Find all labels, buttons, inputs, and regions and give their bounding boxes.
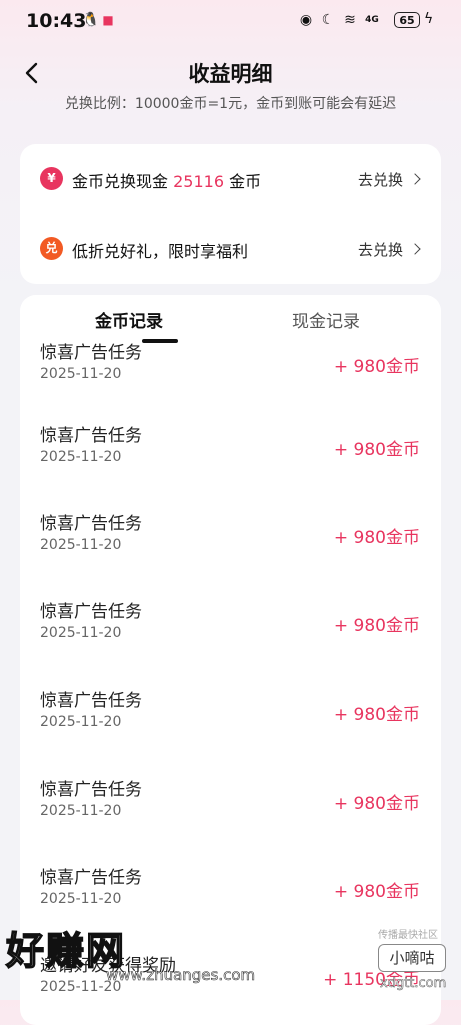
exchange-gift-text: 低折兑好礼，限时享福利	[72, 242, 249, 261]
moon-icon: ☾	[321, 12, 335, 28]
exchange-card: ¥ 金币兑换现金 25116 金币 去兑换 兑 低折兑好礼，限时享福利 去兑换	[20, 144, 441, 284]
yuan-coin-icon: ¥	[40, 167, 63, 190]
wifi-icon: ≋	[344, 12, 356, 28]
record-name: 惊喜广告任务	[40, 691, 142, 711]
record-name: 惊喜广告任务	[40, 780, 142, 800]
charging-icon: ϟ	[424, 11, 434, 27]
record-name: 惊喜广告任务	[40, 602, 142, 622]
record-date: 2025-11-20	[40, 714, 122, 730]
active-tab-indicator	[142, 339, 178, 343]
record-amount: + 980金币	[333, 705, 420, 725]
coin-balance: 25116	[173, 172, 224, 191]
list-item[interactable]: 惊喜广告任务 2025-11-20 + 980金币	[20, 338, 441, 426]
records-tabs: 金币记录 现金记录	[20, 295, 441, 343]
record-amount: + 980金币	[333, 616, 420, 636]
record-amount: + 980金币	[333, 440, 420, 460]
exchange-row-cash[interactable]: ¥ 金币兑换现金 25116 金币 去兑换	[20, 144, 441, 214]
watermark-badge: 小嘀咕	[378, 944, 446, 972]
record-amount: + 980金币	[333, 357, 420, 377]
exchange-rate-note: 兑换比例：10000金币=1元，金币到账可能会有延迟	[64, 96, 397, 112]
record-date: 2025-11-20	[40, 449, 122, 465]
record-amount: + 980金币	[333, 528, 420, 548]
watermark-url: www.zhuanges.com	[106, 966, 256, 985]
record-date: 2025-11-20	[40, 537, 122, 553]
record-date: 2025-11-20	[40, 891, 122, 907]
list-item[interactable]: 惊喜广告任务 2025-11-20 + 980金币	[20, 686, 441, 774]
list-item[interactable]: 惊喜广告任务 2025-11-20 + 980金币	[20, 509, 441, 597]
exchange-cash-text: 金币兑换现金 25116 金币	[72, 172, 262, 191]
tab-coin-records[interactable]: 金币记录	[95, 307, 163, 332]
chevron-right-icon	[409, 173, 421, 185]
status-bar: 10:43 🐧 ■ ◉ ☾ ≋ 4G 65 ϟ	[0, 0, 461, 44]
app-notification-icon: ■	[102, 13, 114, 27]
record-name: 惊喜广告任务	[40, 868, 142, 888]
eye-icon: ◉	[299, 12, 313, 28]
list-item[interactable]: 惊喜广告任务 2025-11-20 + 980金币	[20, 597, 441, 685]
qq-icon: 🐧	[82, 12, 100, 28]
record-date: 2025-11-20	[40, 366, 122, 382]
tab-cash-records[interactable]: 现金记录	[292, 307, 360, 332]
watermark-site: xdgtt.com	[380, 976, 447, 992]
record-date: 2025-11-20	[40, 625, 122, 641]
status-time: 10:43	[26, 10, 87, 32]
records-card: 金币记录 现金记录 惊喜广告任务 2025-11-20 + 980金币 惊喜广告…	[20, 295, 441, 1025]
watermark-tagline: 传播最快社区	[378, 930, 438, 941]
page-title: 收益明细	[188, 62, 273, 86]
record-date: 2025-11-20	[40, 803, 122, 819]
page-header: 收益明细	[0, 52, 461, 96]
record-amount: + 980金币	[333, 794, 420, 814]
chevron-right-icon	[409, 243, 421, 255]
signal-4g-icon: 4G	[365, 15, 379, 25]
record-name: 惊喜广告任务	[40, 514, 142, 534]
gift-exchange-icon: 兑	[40, 237, 63, 260]
exchange-row-gift[interactable]: 兑 低折兑好礼，限时享福利 去兑换	[20, 214, 441, 284]
record-amount: + 980金币	[333, 882, 420, 902]
list-item[interactable]: 惊喜广告任务 2025-11-20 + 980金币	[20, 421, 441, 509]
record-name: 惊喜广告任务	[40, 426, 142, 446]
list-item[interactable]: 惊喜广告任务 2025-11-20 + 980金币	[20, 775, 441, 863]
exchange-cash-button[interactable]: 去兑换	[358, 169, 421, 190]
exchange-gift-button[interactable]: 去兑换	[358, 239, 421, 260]
battery-icon: 65	[394, 12, 420, 28]
